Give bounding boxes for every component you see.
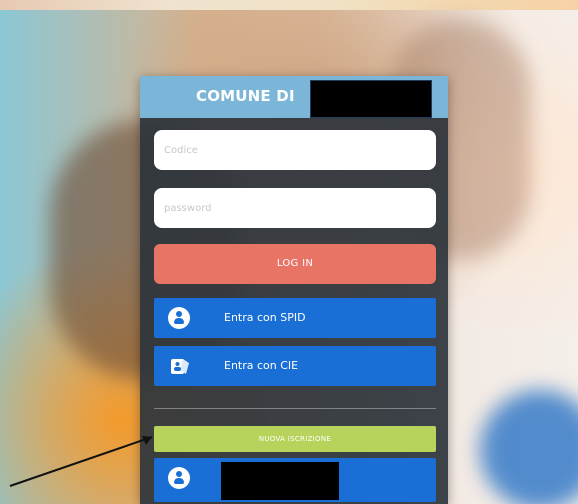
top-strip — [0, 0, 578, 10]
user-circle-icon — [168, 467, 190, 489]
redacted-municipality-name — [310, 80, 432, 118]
background-shape — [480, 390, 578, 504]
cie-login-button[interactable]: Entra con CIE — [154, 346, 436, 386]
panel-header: COMUNE DI — [140, 76, 448, 118]
login-panel: COMUNE DI LOG IN Entra con SPID Entra co… — [140, 76, 448, 504]
password-input[interactable] — [154, 188, 436, 228]
spid-login-button[interactable]: Entra con SPID — [154, 298, 436, 338]
spid-button-label: Entra con SPID — [224, 311, 306, 324]
cie-button-label: Entra con CIE — [224, 359, 299, 372]
registration-button[interactable]: NUOVA ISCRIZIONE — [154, 426, 436, 452]
user-circle-icon — [168, 307, 190, 329]
redacted-action-button[interactable] — [154, 458, 436, 502]
section-divider — [154, 408, 436, 409]
page-title: COMUNE DI — [196, 87, 295, 105]
code-input[interactable] — [154, 130, 436, 170]
cie-card-icon — [171, 359, 189, 374]
login-page: COMUNE DI LOG IN Entra con SPID Entra co… — [0, 0, 578, 504]
login-button[interactable]: LOG IN — [154, 244, 436, 284]
redacted-button-label — [221, 462, 339, 500]
